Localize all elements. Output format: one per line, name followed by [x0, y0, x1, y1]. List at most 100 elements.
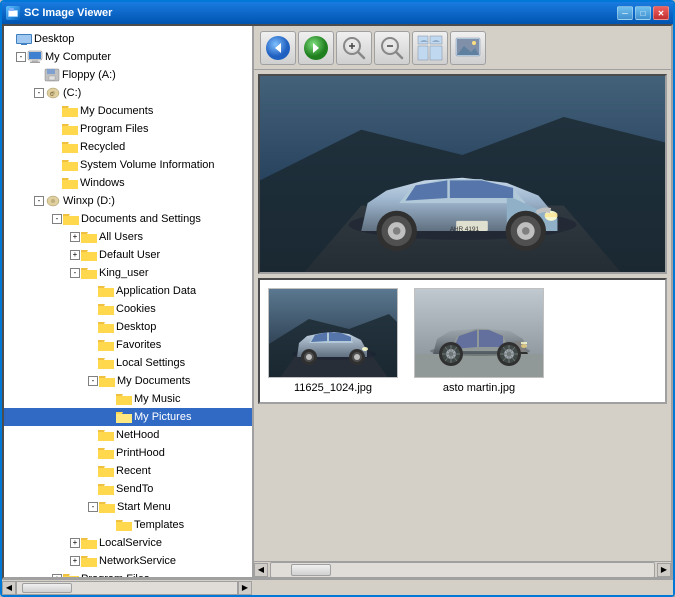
tree-item-printhood[interactable]: PrintHood	[4, 444, 252, 462]
tree-label: Application Data	[116, 283, 196, 299]
tree-item-favorites[interactable]: Favorites	[4, 336, 252, 354]
tree-label: LocalService	[99, 535, 162, 551]
expand-localservice[interactable]: +	[70, 538, 80, 548]
folder-icon	[62, 158, 78, 172]
thumbnail-item-2[interactable]: asto martin.jpg	[414, 288, 544, 394]
folder-icon	[81, 554, 97, 568]
zoom-out-button[interactable]	[374, 31, 410, 65]
folder-icon	[98, 284, 114, 298]
folder-icon	[98, 446, 114, 460]
folder-icon	[116, 410, 132, 424]
tree-item-drive-c[interactable]: - C (C:)	[4, 84, 252, 102]
close-button[interactable]: ✕	[653, 6, 669, 20]
folder-icon	[62, 122, 78, 136]
svg-text:AHR 4191: AHR 4191	[450, 226, 480, 233]
back-button[interactable]	[260, 31, 296, 65]
folder-icon	[99, 500, 115, 514]
tree-item-sendto[interactable]: SendTo	[4, 480, 252, 498]
tree-label: My Computer	[45, 49, 111, 65]
bottom-statusbar: ◀ ▶	[2, 579, 673, 595]
scroll-thumb[interactable]	[291, 564, 331, 576]
tree-scroll-right[interactable]: ▶	[238, 581, 252, 595]
thumbnail-image-2[interactable]	[414, 288, 544, 378]
expand-c[interactable]: -	[34, 88, 44, 98]
expand-docsettings[interactable]: -	[52, 214, 62, 224]
tree-item-mycomputer[interactable]: - My Computer	[4, 48, 252, 66]
minimize-button[interactable]: ─	[617, 6, 633, 20]
thumbnail-image-1[interactable]	[268, 288, 398, 378]
folder-icon	[98, 338, 114, 352]
tree-label: My Documents	[117, 373, 190, 389]
svg-text:C: C	[50, 92, 54, 98]
thumbnail-item-1[interactable]: 11625_1024.jpg	[268, 288, 398, 394]
tree-item-cookies[interactable]: Cookies	[4, 300, 252, 318]
tree-item-appdata[interactable]: Application Data	[4, 282, 252, 300]
folder-icon	[81, 248, 97, 262]
tree-item-localsettings[interactable]: Local Settings	[4, 354, 252, 372]
tree-item-kinguser[interactable]: - King_user	[4, 264, 252, 282]
tree-label: Recent	[116, 463, 151, 479]
right-scrollbar[interactable]: ◀ ▶	[254, 561, 671, 577]
scroll-track[interactable]	[270, 562, 655, 578]
forward-button[interactable]	[298, 31, 334, 65]
tree-scroll-track[interactable]	[16, 581, 238, 595]
tree-label: Default User	[99, 247, 160, 263]
tree-item-nethood[interactable]: NetHood	[4, 426, 252, 444]
tree-label: King_user	[99, 265, 149, 281]
tree-item-mydocs2[interactable]: - My Documents	[4, 372, 252, 390]
tree-item-startmenu[interactable]: - Start Menu	[4, 498, 252, 516]
tree-label: My Music	[134, 391, 180, 407]
tree-label: NetworkService	[99, 553, 176, 569]
folder-icon	[62, 176, 78, 190]
expand-d[interactable]: -	[34, 196, 44, 206]
scroll-right-button[interactable]: ▶	[657, 563, 671, 577]
expand-kinguser[interactable]: -	[70, 268, 80, 278]
folder-icon	[98, 464, 114, 478]
tree-scroll-thumb[interactable]	[22, 583, 72, 593]
tree-item-windows[interactable]: Windows	[4, 174, 252, 192]
floppy-icon	[44, 68, 60, 82]
tree-item-recycled[interactable]: Recycled	[4, 138, 252, 156]
tree-item-mymusic[interactable]: My Music	[4, 390, 252, 408]
tree-item-recent[interactable]: Recent	[4, 462, 252, 480]
tree-item-mydocs[interactable]: My Documents	[4, 102, 252, 120]
tree-item-sysvolinfo[interactable]: System Volume Information	[4, 156, 252, 174]
tree-item-floppy[interactable]: Floppy (A:)	[4, 66, 252, 84]
tree-item-defaultuser[interactable]: + Default User	[4, 246, 252, 264]
tree-item-desktop2[interactable]: Desktop	[4, 318, 252, 336]
slideshow-view-button[interactable]	[450, 31, 486, 65]
tree-item-drive-d[interactable]: - Winxp (D:)	[4, 192, 252, 210]
tree-scroll-left[interactable]: ◀	[2, 581, 16, 595]
tree-label: Floppy (A:)	[62, 67, 116, 83]
thumbnail-label-1: 11625_1024.jpg	[294, 382, 372, 394]
tree-item-desktop[interactable]: Desktop	[4, 30, 252, 48]
expand-mydocs2[interactable]: -	[88, 376, 98, 386]
thumbnail-view-button[interactable]	[412, 31, 448, 65]
expand-startmenu[interactable]: -	[88, 502, 98, 512]
tree-item-docsettings[interactable]: - Documents and Settings	[4, 210, 252, 228]
tree-item-mypictures[interactable]: My Pictures	[4, 408, 252, 426]
toolbar	[254, 26, 671, 70]
tree-item-progfiles2[interactable]: + Program Files	[4, 570, 252, 577]
tree-item-localservice[interactable]: + LocalService	[4, 534, 252, 552]
expand-allusers[interactable]: +	[70, 232, 80, 242]
tree-panel[interactable]: Desktop - My Computer Floppy (A:) -	[4, 26, 254, 577]
tree-hscroll[interactable]: ◀ ▶	[2, 581, 252, 595]
zoom-in-button[interactable]	[336, 31, 372, 65]
main-window: SC Image Viewer ─ □ ✕ Desktop -	[0, 0, 675, 597]
tree-item-allusers[interactable]: + All Users	[4, 228, 252, 246]
tree-item-progfiles[interactable]: Program Files	[4, 120, 252, 138]
expand-defaultuser[interactable]: +	[70, 250, 80, 260]
folder-icon	[63, 212, 79, 226]
desktop-icon	[16, 32, 32, 46]
expand-networkservice[interactable]: +	[70, 556, 80, 566]
tree-item-templates[interactable]: Templates	[4, 516, 252, 534]
maximize-button[interactable]: □	[635, 6, 651, 20]
scroll-left-button[interactable]: ◀	[254, 563, 268, 577]
tree-item-networkservice[interactable]: + NetworkService	[4, 552, 252, 570]
tree-label: All Users	[99, 229, 143, 245]
expand-mycomputer[interactable]: -	[16, 52, 26, 62]
expand-progfiles2[interactable]: +	[52, 574, 62, 577]
tree-label: Desktop	[34, 31, 74, 47]
drive-d-icon	[45, 194, 61, 208]
